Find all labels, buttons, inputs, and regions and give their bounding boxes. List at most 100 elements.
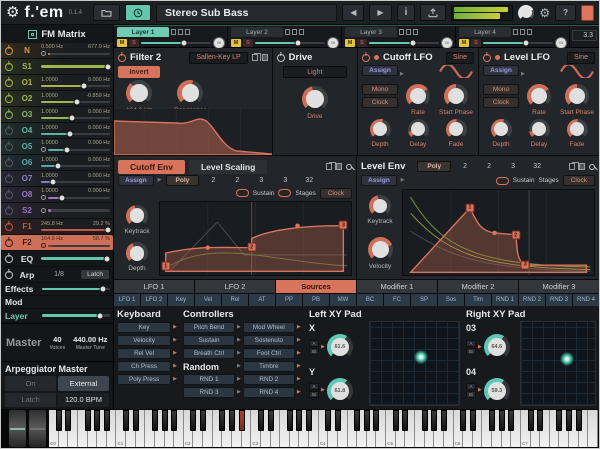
- cutoff-env-keytrack-knob[interactable]: [126, 205, 148, 227]
- info-button[interactable]: i: [397, 4, 416, 21]
- operator-row-o4[interactable]: O41.00000.000 Hz: [1, 123, 113, 139]
- drive-type-dropdown[interactable]: Light: [283, 66, 347, 78]
- tab-layer-1[interactable]: Layer 1: [117, 27, 169, 37]
- tab-layer-4[interactable]: Layer 4: [459, 27, 511, 37]
- level-env-keytrack-knob[interactable]: [369, 195, 391, 217]
- slider-handle[interactable]: [80, 82, 87, 89]
- env-step-value[interactable]: 2: [203, 177, 223, 184]
- lfo-wave-dropdown[interactable]: Sine: [567, 52, 595, 64]
- voices-value[interactable]: 40: [53, 335, 61, 344]
- layer-slot-icon[interactable]: [513, 29, 518, 35]
- slider-handle[interactable]: [410, 40, 417, 47]
- operator-row-o6[interactable]: O61.00000.000 Hz: [1, 155, 113, 171]
- mod-tab-sources[interactable]: Sources: [276, 280, 356, 293]
- slider-handle[interactable]: [63, 146, 70, 153]
- source-button-rnd-3[interactable]: RND 3: [183, 387, 235, 398]
- filter2-invert-button[interactable]: Invert: [118, 66, 160, 78]
- black-key[interactable]: [258, 410, 264, 431]
- operator-power-icon[interactable]: [5, 191, 13, 199]
- black-key[interactable]: [239, 410, 245, 431]
- source-tab-vel[interactable]: Vel: [195, 294, 221, 306]
- lfo-depth-knob[interactable]: [491, 119, 512, 140]
- operator-slider[interactable]: [41, 85, 110, 88]
- slider-handle[interactable]: [104, 226, 111, 233]
- mod-tab-lfo-1[interactable]: LFO 1: [114, 280, 194, 293]
- source-tab-lfo-2[interactable]: LFO 2: [141, 294, 167, 306]
- env-node[interactable]: 3: [521, 260, 530, 269]
- absolute-mode-button[interactable]: A: [309, 383, 319, 390]
- slider-handle[interactable]: [66, 130, 73, 137]
- xy-value-knob[interactable]: 64.6: [484, 334, 510, 360]
- operator-power-icon[interactable]: [5, 239, 13, 247]
- paste-icon[interactable]: [336, 163, 342, 170]
- black-key[interactable]: [422, 410, 428, 431]
- filter2-type-dropdown[interactable]: Sallen-Key LP: [189, 52, 247, 64]
- sustain-loop-toggle[interactable]: [236, 189, 249, 197]
- export-button[interactable]: [420, 4, 446, 21]
- master-tune-value[interactable]: 440.00 Hz: [73, 335, 107, 344]
- source-tab-rnd-4[interactable]: RND 4: [573, 294, 599, 306]
- operator-power-icon[interactable]: [5, 175, 13, 183]
- black-key[interactable]: [123, 410, 129, 431]
- cutoff-env-poly-button[interactable]: Poly: [166, 175, 200, 186]
- copy-icon[interactable]: [326, 163, 332, 170]
- source-button-foot-ctrl[interactable]: Foot Ctrl: [243, 348, 295, 359]
- magnifier-icon[interactable]: [346, 164, 352, 170]
- xy-value-knob[interactable]: 61.8: [327, 378, 353, 404]
- source-button-key[interactable]: Key: [117, 322, 171, 333]
- help-button[interactable]: ?: [555, 4, 576, 21]
- operator-power-icon[interactable]: [5, 143, 13, 151]
- mod-row[interactable]: Mod: [1, 296, 113, 309]
- layer-slot-icon[interactable]: [178, 29, 183, 35]
- eq-slider[interactable]: [41, 257, 110, 260]
- operator-row-s2[interactable]: S2: [1, 203, 113, 219]
- black-key[interactable]: [152, 410, 158, 431]
- source-button-rnd-4[interactable]: RND 4: [243, 387, 295, 398]
- operator-row-n[interactable]: N0.500 Hz677.0 Hz: [1, 43, 113, 59]
- paste-icon[interactable]: [262, 54, 268, 61]
- tab-layer-3[interactable]: Layer 3: [345, 27, 397, 37]
- paste-icon[interactable]: [579, 163, 585, 170]
- black-key[interactable]: [576, 410, 582, 431]
- source-tab-rel[interactable]: Rel: [222, 294, 248, 306]
- sustain-loop-toggle[interactable]: [496, 177, 509, 185]
- operator-power-icon[interactable]: [5, 111, 13, 119]
- slider-handle[interactable]: [100, 286, 107, 293]
- source-button-rnd-2[interactable]: RND 2: [243, 374, 295, 385]
- operator-slider[interactable]: [41, 117, 110, 120]
- slider-handle[interactable]: [104, 63, 111, 70]
- layer-slot-icon[interactable]: [413, 29, 418, 35]
- level-env-poly-button[interactable]: Poly: [417, 161, 451, 172]
- slider-handle[interactable]: [295, 40, 302, 47]
- slider-handle[interactable]: [58, 194, 65, 201]
- env-step-value[interactable]: 3: [503, 163, 523, 170]
- record-button[interactable]: [581, 5, 594, 21]
- black-key[interactable]: [200, 410, 206, 431]
- source-button-mod-wheel[interactable]: Mod Wheel: [243, 322, 295, 333]
- operator-slider[interactable]: [41, 181, 110, 184]
- black-key[interactable]: [268, 410, 274, 431]
- mod-tab-modifier-1[interactable]: Modifier 1: [357, 280, 437, 293]
- layer-slider[interactable]: [42, 314, 110, 317]
- operator-row-f1[interactable]: F1245.8 Hz29.2 %: [1, 219, 113, 235]
- absolute-mode-button[interactable]: A: [466, 340, 476, 347]
- level-env-graph[interactable]: 1 2 3: [402, 189, 595, 276]
- layer-mute-button[interactable]: M: [459, 39, 469, 47]
- operator-power-icon[interactable]: [5, 223, 13, 231]
- operator-slider[interactable]: [48, 197, 110, 200]
- black-key[interactable]: [537, 410, 543, 431]
- black-key[interactable]: [354, 410, 360, 431]
- operator-slider[interactable]: [41, 101, 110, 104]
- drive-knob[interactable]: [302, 86, 328, 112]
- layer-level-slider[interactable]: [483, 42, 553, 45]
- absolute-mode-button[interactable]: A: [466, 383, 476, 390]
- source-tab-sp[interactable]: SP: [411, 294, 437, 306]
- operator-mini-knob[interactable]: [41, 195, 46, 200]
- operator-slider[interactable]: [48, 209, 110, 212]
- env-node[interactable]: 2: [511, 231, 520, 240]
- absolute-mode-button[interactable]: A: [309, 340, 319, 347]
- arp-external-button[interactable]: External: [58, 376, 109, 391]
- operator-mini-knob[interactable]: [41, 208, 46, 213]
- env-step-value[interactable]: 32: [299, 177, 319, 184]
- layer-slot-icon[interactable]: [185, 29, 190, 35]
